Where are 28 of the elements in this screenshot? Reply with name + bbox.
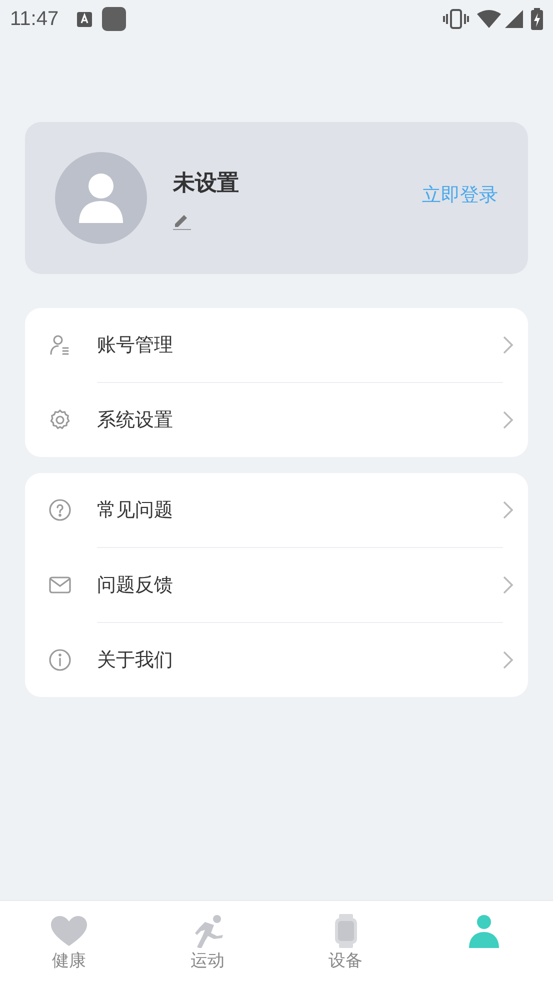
help-icon <box>48 498 72 522</box>
person-icon <box>79 173 123 223</box>
wifi-icon <box>477 10 501 28</box>
watch-icon <box>334 914 358 948</box>
menu-item[interactable]: 关于我们 <box>25 623 528 697</box>
chevron-icon <box>502 410 514 430</box>
tab[interactable]: 设备 <box>276 901 415 984</box>
battery-icon <box>531 8 543 30</box>
vibrate-icon <box>443 9 469 29</box>
app-icon <box>102 7 126 31</box>
menu-item[interactable]: 常见问题 <box>25 473 528 547</box>
menu-item[interactable]: 账号管理 <box>25 308 528 382</box>
menu-item[interactable]: 系统设置 <box>25 383 528 457</box>
chevron-icon <box>502 500 514 520</box>
tab[interactable]: 健康 <box>0 901 138 984</box>
keyboard-icon <box>76 12 92 26</box>
menu-item[interactable]: 问题反馈 <box>25 548 528 622</box>
signal-icon <box>505 10 523 28</box>
user-name: 未设置 <box>173 170 239 198</box>
chevron-icon <box>502 335 514 355</box>
tab[interactable]: 运动 <box>138 901 276 984</box>
clock: 11:47 <box>10 7 59 32</box>
heart-icon <box>50 915 88 947</box>
settings-icon <box>48 408 72 432</box>
chevron-icon <box>502 575 514 595</box>
person-icon <box>466 914 501 948</box>
info-icon <box>48 648 72 672</box>
chevron-icon <box>502 650 514 670</box>
